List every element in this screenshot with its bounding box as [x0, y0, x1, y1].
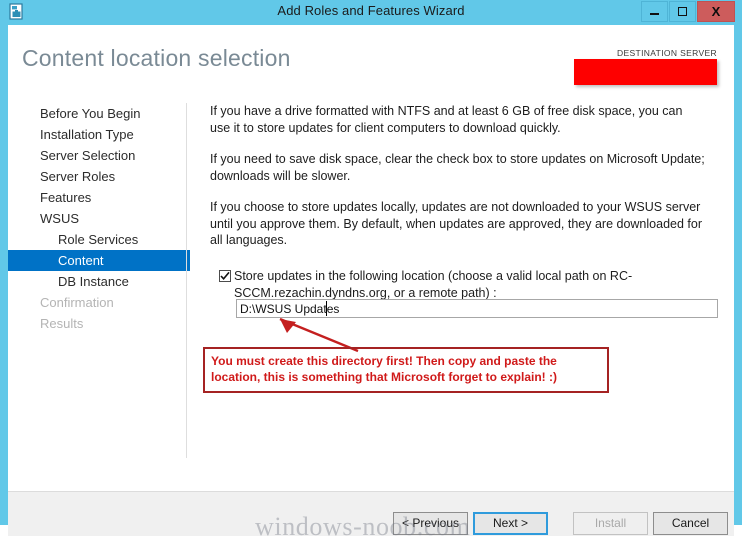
text-caret: [326, 301, 327, 316]
cancel-button[interactable]: Cancel: [653, 512, 728, 535]
close-icon: X: [711, 4, 721, 19]
destination-server-label: DESTINATION SERVER: [617, 48, 717, 58]
sidebar-item-wsus[interactable]: WSUS: [8, 208, 186, 229]
wizard-navigation: Before You Begin Installation Type Serve…: [8, 103, 190, 465]
info-paragraph-1: If you have a drive formatted with NTFS …: [210, 104, 683, 135]
footer-bar: < Previous Next > Install Cancel: [8, 492, 734, 536]
wizard-window: Add Roles and Features Wizard X Content …: [0, 0, 742, 541]
install-button: Install: [573, 512, 648, 535]
destination-server-redaction: [574, 59, 717, 85]
maximize-icon: [678, 7, 687, 16]
minimize-button[interactable]: [641, 1, 668, 22]
sidebar-item-role-services[interactable]: Role Services: [8, 229, 186, 250]
content-pane: If you have a drive formatted with NTFS …: [210, 103, 712, 264]
sidebar-item-features[interactable]: Features: [8, 187, 186, 208]
next-button[interactable]: Next >: [473, 512, 548, 535]
previous-button[interactable]: < Previous: [393, 512, 468, 535]
client-area: Content location selection DESTINATION S…: [8, 25, 734, 541]
checkmark-icon: [220, 271, 230, 281]
sidebar-item-server-roles[interactable]: Server Roles: [8, 166, 186, 187]
info-paragraph-3: If you choose to store updates locally, …: [210, 200, 702, 247]
sidebar-item-results: Results: [40, 316, 84, 331]
sidebar-item-before-you-begin[interactable]: Before You Begin: [8, 103, 186, 124]
minimize-icon: [650, 13, 659, 15]
content-location-path-input[interactable]: [236, 299, 718, 318]
title-bar[interactable]: Add Roles and Features Wizard X: [0, 0, 742, 25]
close-button[interactable]: X: [697, 1, 735, 22]
sidebar-item-installation-type[interactable]: Installation Type: [8, 124, 186, 145]
store-updates-checkbox-label: Store updates in the following location …: [234, 269, 633, 300]
store-updates-checkbox[interactable]: [219, 270, 231, 282]
store-updates-checkbox-row[interactable]: Store updates in the following location …: [210, 268, 715, 301]
server-manager-icon: [8, 3, 26, 21]
window-title: Add Roles and Features Wizard: [277, 3, 465, 18]
sidebar-item-confirmation: Confirmation: [40, 295, 114, 310]
sidebar-item-server-selection[interactable]: Server Selection: [8, 145, 186, 166]
annotation-text: You must create this directory first! Th…: [211, 354, 558, 384]
annotation-box: You must create this directory first! Th…: [203, 347, 609, 393]
info-paragraph-2: If you need to save disk space, clear th…: [210, 152, 705, 183]
sidebar-item-content[interactable]: Content: [8, 250, 190, 271]
sidebar-item-db-instance[interactable]: DB Instance: [8, 271, 186, 292]
page-title: Content location selection: [22, 45, 291, 71]
maximize-button[interactable]: [669, 1, 696, 22]
sidebar-divider: [186, 103, 187, 458]
